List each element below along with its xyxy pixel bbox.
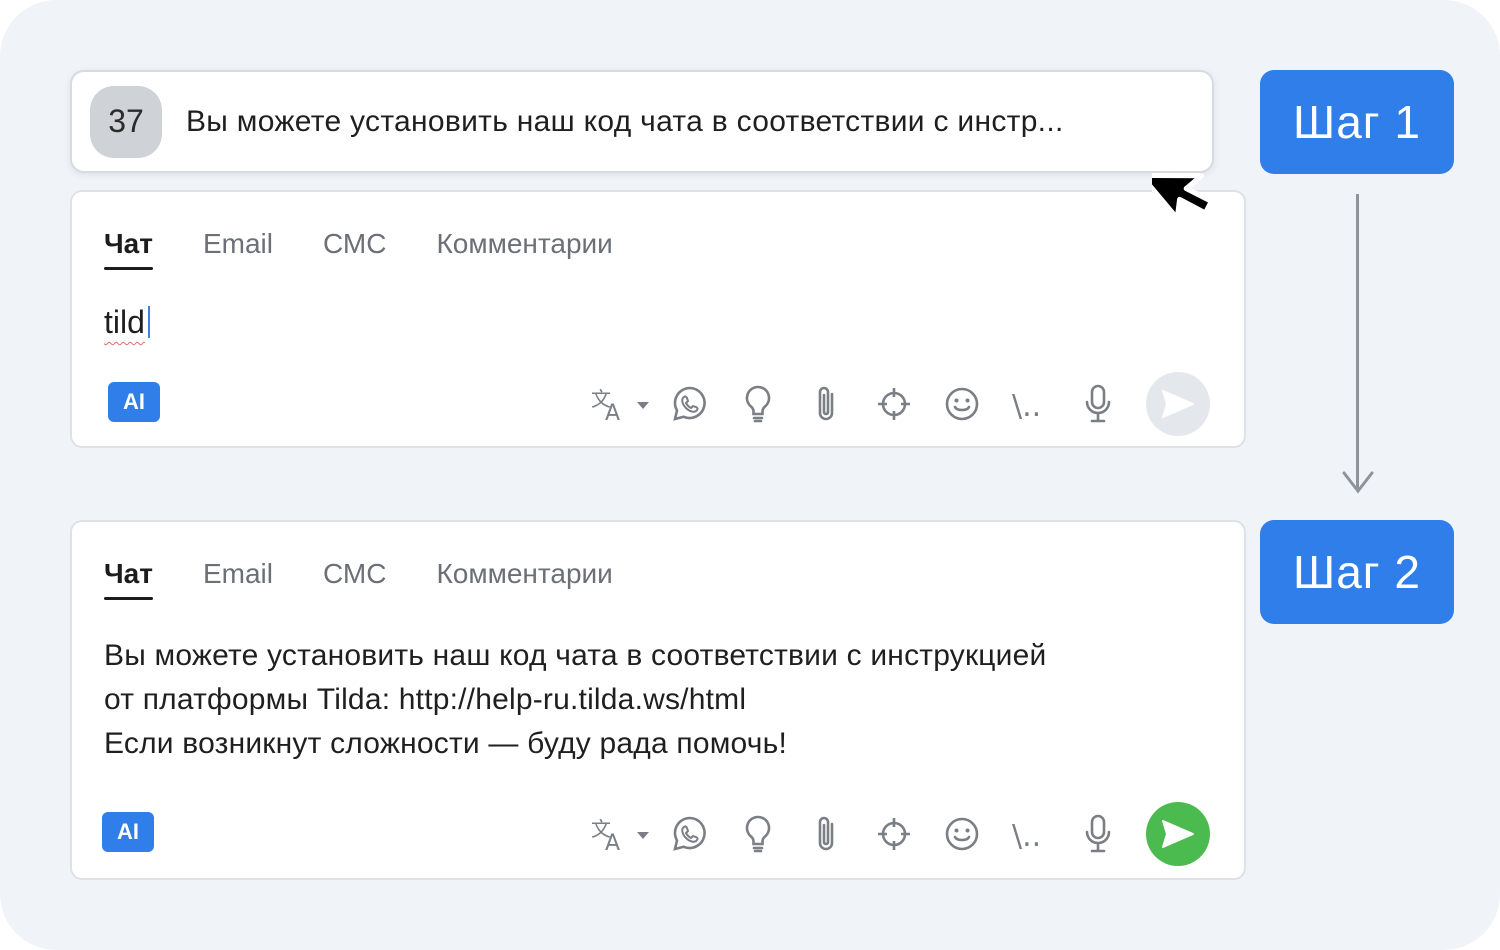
svg-text:A: A <box>605 401 620 424</box>
message-input[interactable]: tild <box>104 304 150 341</box>
templates-glyph: \.. <box>1012 819 1041 852</box>
crosshair-icon[interactable] <box>860 803 928 865</box>
templates-glyph: \.. <box>1012 389 1041 422</box>
composer-toolbar: 文 A \.. <box>586 802 1210 866</box>
message-line: от платформы Tilda: http://help-ru.tilda… <box>104 683 747 716</box>
whatsapp-icon[interactable] <box>656 803 724 865</box>
smiley-icon[interactable] <box>928 373 996 435</box>
smiley-icon[interactable] <box>928 803 996 865</box>
canvas: 37 Вы можете установить наш код чата в с… <box>0 0 1500 950</box>
ai-button[interactable]: AI <box>102 812 154 852</box>
tab-comments[interactable]: Комментарии <box>436 558 612 600</box>
microphone-icon[interactable] <box>1064 803 1132 865</box>
channel-tabs: Чат Email СМС Комментарии <box>104 228 663 270</box>
suggestion-item[interactable]: 37 Вы можете установить наш код чата в с… <box>70 70 1214 173</box>
templates-icon[interactable]: \.. <box>996 373 1064 435</box>
send-button[interactable] <box>1146 372 1210 436</box>
step-1-label: Шаг 1 <box>1260 70 1454 174</box>
tab-email[interactable]: Email <box>203 558 273 600</box>
send-icon <box>1162 820 1194 848</box>
suggestion-number-badge: 37 <box>90 85 162 158</box>
message-line: Вы можете установить наш код чата в соот… <box>104 639 1047 672</box>
step-arrow-line <box>1356 194 1359 490</box>
translate-icon[interactable]: 文 A <box>586 803 656 865</box>
templates-icon[interactable]: \.. <box>996 803 1064 865</box>
step-2-label: Шаг 2 <box>1260 520 1454 624</box>
svg-text:A: A <box>605 831 620 854</box>
send-button[interactable] <box>1146 802 1210 866</box>
composer-step-1: Чат Email СМС Комментарии tild AI 文 A \.… <box>70 190 1246 448</box>
paperclip-icon[interactable] <box>792 803 860 865</box>
draft-text: tild <box>104 304 145 340</box>
paperclip-icon[interactable] <box>792 373 860 435</box>
message-line: Если возникнут сложности — буду рада пом… <box>104 727 787 760</box>
message-input[interactable]: Вы можете установить наш код чата в соот… <box>104 634 1204 766</box>
arrow-down-icon <box>1342 471 1374 494</box>
tab-chat[interactable]: Чат <box>104 558 153 600</box>
translate-icon[interactable]: 文 A <box>586 373 656 435</box>
crosshair-icon[interactable] <box>860 373 928 435</box>
suggestion-text: Вы можете установить наш код чата в соот… <box>186 104 1064 138</box>
tab-chat[interactable]: Чат <box>104 228 153 270</box>
composer-step-2: Чат Email СМС Комментарии Вы можете уста… <box>70 520 1246 880</box>
tab-sms[interactable]: СМС <box>323 228 386 270</box>
send-icon <box>1162 390 1194 418</box>
text-caret <box>147 306 150 338</box>
microphone-icon[interactable] <box>1064 373 1132 435</box>
ai-button[interactable]: AI <box>108 382 160 422</box>
tab-sms[interactable]: СМС <box>323 558 386 600</box>
whatsapp-icon[interactable] <box>656 373 724 435</box>
mouse-cursor-icon <box>1152 172 1214 221</box>
tab-comments[interactable]: Комментарии <box>436 228 612 270</box>
channel-tabs: Чат Email СМС Комментарии <box>104 558 663 600</box>
lightbulb-icon[interactable] <box>724 373 792 435</box>
composer-toolbar: 文 A \.. <box>586 372 1210 436</box>
lightbulb-icon[interactable] <box>724 803 792 865</box>
tab-email[interactable]: Email <box>203 228 273 270</box>
